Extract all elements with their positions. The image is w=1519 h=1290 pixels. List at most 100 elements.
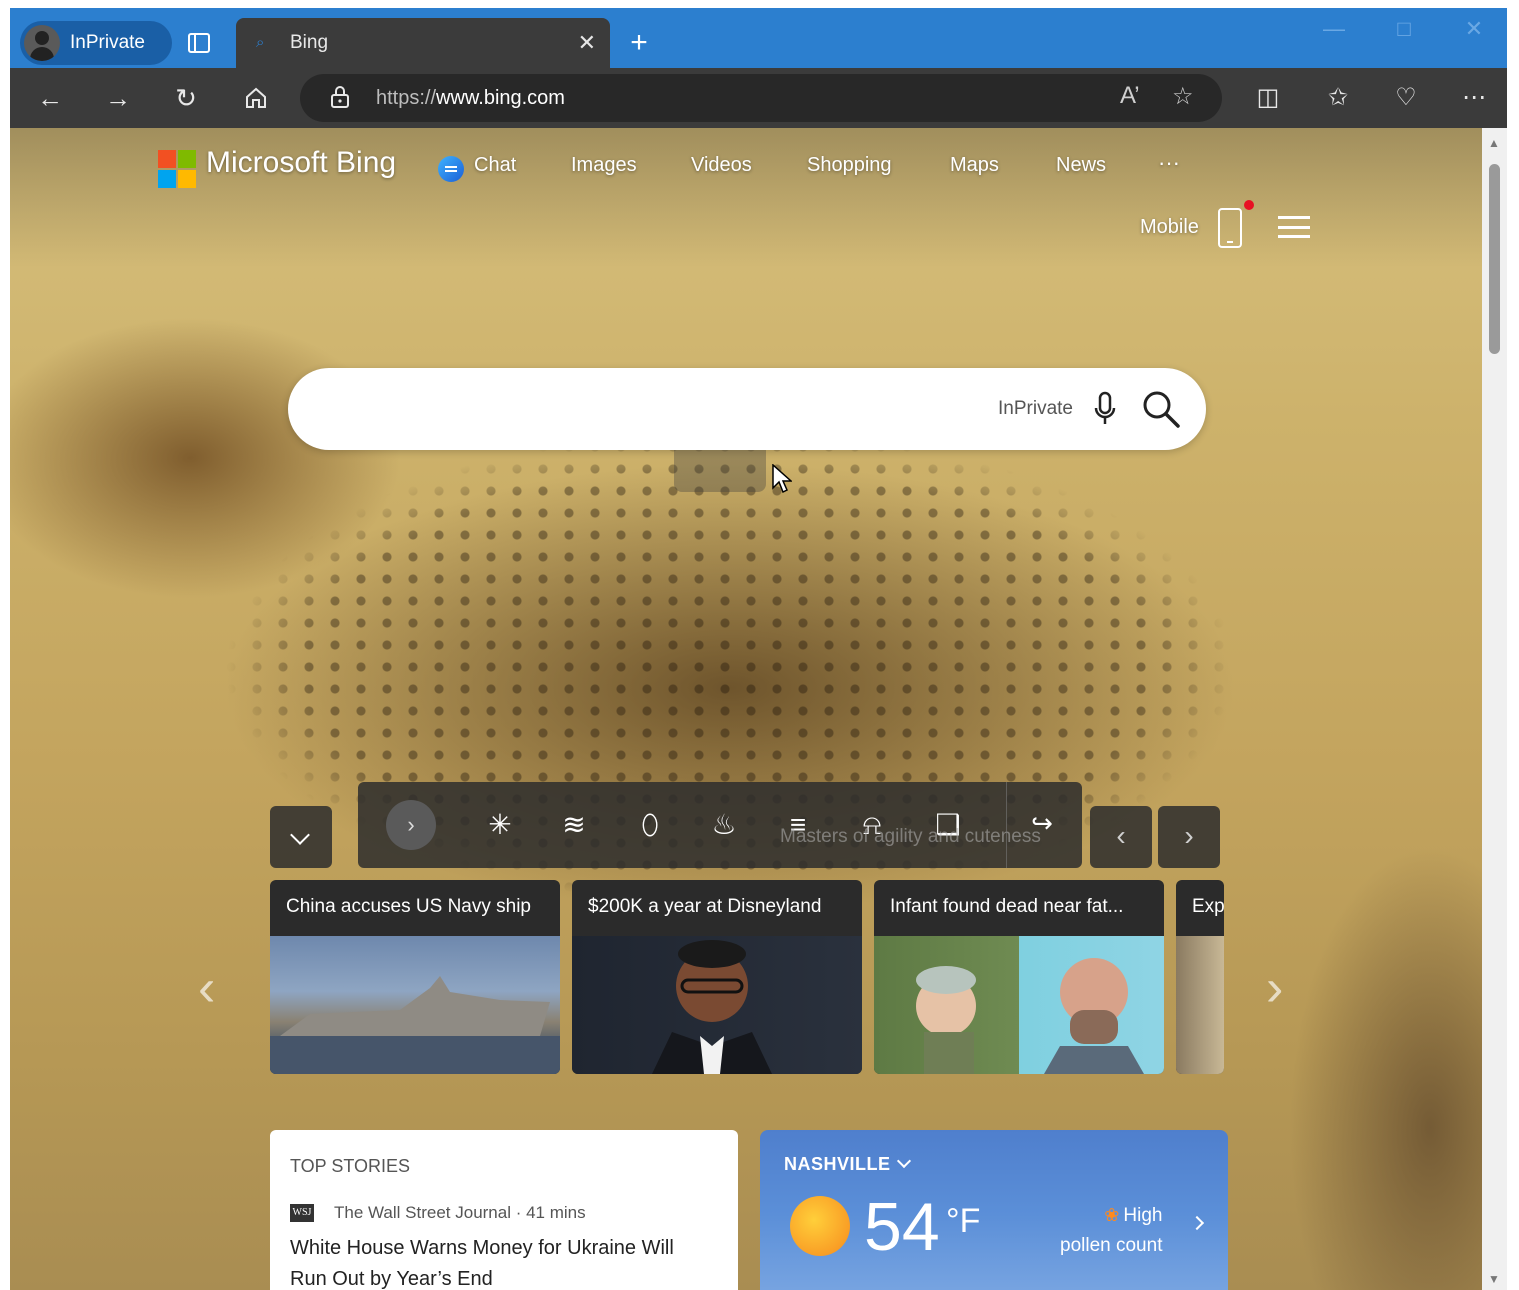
chat-icon[interactable] xyxy=(438,156,464,182)
back-button[interactable]: ← xyxy=(30,80,70,116)
top-stories-card: TOP STORIES WSJ The Wall Street Journal … xyxy=(270,1130,738,1290)
browser-window: InPrivate ⌕ Bing ✕ + — □ ✕ ← → ↻ https:/… xyxy=(10,8,1507,1290)
carousel-prev-icon[interactable]: ‹ xyxy=(198,958,215,1018)
tab-actions-icon xyxy=(188,33,210,53)
mouse-cursor-icon xyxy=(772,464,792,494)
split-screen-icon[interactable]: ◫ xyxy=(1248,78,1288,118)
address-toolbar: ← → ↻ https://www.bing.com A’ ☆ ◫ ✩ ♡ ⋯ xyxy=(10,68,1507,128)
maximize-button[interactable]: □ xyxy=(1384,16,1424,42)
source-name: The Wall Street Journal · 41 mins xyxy=(334,1203,586,1222)
search-icon[interactable] xyxy=(1140,388,1182,430)
inprivate-profile-button[interactable]: InPrivate xyxy=(20,21,172,65)
page-scrollbar[interactable]: ▲ ▼ xyxy=(1482,128,1507,1290)
pollen-level: High xyxy=(1123,1205,1163,1226)
url-host: www.bing.com xyxy=(436,87,565,109)
nav-videos[interactable]: Videos xyxy=(691,154,752,177)
ornament-icon[interactable]: ⬯ xyxy=(630,808,670,842)
collapse-button[interactable] xyxy=(270,806,332,868)
city-name: NASHVILLE xyxy=(784,1154,891,1174)
news-card[interactable]: China accuses US Navy ship xyxy=(270,880,560,1074)
image-caption[interactable]: Masters of agility and cuteness xyxy=(780,826,1041,848)
bing-favicon-search-icon: ⌕ xyxy=(256,34,265,51)
cheetah-background-image xyxy=(10,128,1482,1290)
avatar xyxy=(24,25,60,61)
bing-homepage: Microsoft Bing Chat Images Videos Shoppi… xyxy=(10,128,1482,1290)
new-tab-button[interactable]: + xyxy=(622,26,656,60)
scroll-thumb[interactable] xyxy=(1489,164,1500,354)
temperature: 54 xyxy=(864,1189,940,1265)
visual-search-button[interactable] xyxy=(674,450,766,492)
read-aloud-icon[interactable]: A’ xyxy=(1120,82,1140,110)
close-tab-icon[interactable]: ✕ xyxy=(578,30,596,56)
tab-bar: InPrivate ⌕ Bing ✕ + — □ ✕ xyxy=(10,8,1507,68)
fireplace-icon[interactable]: ♨ xyxy=(704,808,744,842)
pollen-info[interactable]: ❀ High pollen count xyxy=(1060,1200,1162,1261)
sunny-icon xyxy=(790,1196,850,1256)
phone-icon[interactable] xyxy=(1218,208,1242,248)
share-icon[interactable]: ↪ xyxy=(1022,808,1062,839)
favorite-star-icon[interactable]: ☆ xyxy=(1172,82,1194,111)
news-card-title: Infant found dead near fat... xyxy=(890,896,1124,917)
browser-essentials-icon[interactable]: ♡ xyxy=(1386,78,1426,118)
nav-chat[interactable]: Chat xyxy=(474,154,516,177)
next-image-button[interactable]: › xyxy=(1158,806,1220,868)
news-card[interactable]: Exp xyxy=(1176,880,1224,1074)
nav-more[interactable]: ··· xyxy=(1158,150,1180,176)
top-stories-heading: TOP STORIES xyxy=(290,1156,411,1176)
home-icon xyxy=(246,87,266,108)
mobile-link[interactable]: Mobile xyxy=(1140,216,1199,239)
news-card-title: Exp xyxy=(1192,896,1224,917)
toolbar-divider xyxy=(1006,782,1007,868)
celebrity-photo-image xyxy=(572,936,862,1074)
lock-icon xyxy=(331,86,349,108)
carousel-next-icon[interactable]: › xyxy=(1266,958,1283,1018)
wsj-logo: WSJ xyxy=(290,1204,314,1222)
pollen-icon: ❀ xyxy=(1104,1205,1120,1225)
forward-button[interactable]: → xyxy=(98,80,138,116)
tab-actions-button[interactable] xyxy=(182,26,216,60)
microphone-icon[interactable] xyxy=(1092,390,1118,430)
inprivate-badge: InPrivate xyxy=(998,398,1073,419)
chevron-right-icon[interactable] xyxy=(1189,1215,1205,1231)
tab-title: Bing xyxy=(290,32,329,53)
hamburger-menu-icon[interactable] xyxy=(1278,216,1310,238)
favorites-icon[interactable]: ✩ xyxy=(1318,78,1358,118)
brand-title[interactable]: Microsoft Bing xyxy=(206,146,396,180)
minimize-button[interactable]: — xyxy=(1314,16,1354,42)
search-box: InPrivate xyxy=(288,368,1206,450)
more-options-icon[interactable]: ⋯ xyxy=(1454,78,1494,118)
temperature-unit: °F xyxy=(946,1202,981,1240)
home-button[interactable] xyxy=(236,80,276,116)
notification-dot xyxy=(1244,200,1254,210)
story-headline[interactable]: White House Warns Money for Ukraine Will… xyxy=(290,1233,710,1290)
chevron-down-icon xyxy=(896,1153,911,1169)
news-card[interactable]: Infant found dead near fat... xyxy=(874,880,1164,1074)
person-silhouette xyxy=(652,940,772,1074)
scroll-up-icon[interactable]: ▲ xyxy=(1488,136,1500,150)
navy-ship-image xyxy=(270,936,560,1074)
nav-maps[interactable]: Maps xyxy=(950,154,999,177)
nav-images[interactable]: Images xyxy=(571,154,637,177)
nav-shopping[interactable]: Shopping xyxy=(807,154,892,177)
ship-shape xyxy=(270,976,560,1074)
image-of-day-toolbar: › ✳ ≋ ⬯ ♨ ≡ ⍾ ❑ Masters of agility and c… xyxy=(358,782,1082,868)
news-card-title: China accuses US Navy ship xyxy=(286,896,531,917)
snowflake-icon[interactable]: ✳ xyxy=(480,808,520,842)
previous-image-button[interactable]: ‹ xyxy=(1090,806,1152,868)
weather-card[interactable]: NASHVILLE 54 °F ❀ High pollen count xyxy=(760,1130,1228,1290)
close-window-button[interactable]: ✕ xyxy=(1454,16,1494,42)
tab-bing[interactable]: ⌕ Bing ✕ xyxy=(236,18,610,68)
news-card-title: $200K a year at Disneyland xyxy=(588,896,822,917)
microsoft-logo-icon[interactable] xyxy=(158,150,196,188)
icicles-icon[interactable]: ≋ xyxy=(554,808,594,842)
scroll-down-icon[interactable]: ▼ xyxy=(1488,1272,1500,1286)
url-prefix: https:// xyxy=(376,87,437,109)
weather-city[interactable]: NASHVILLE xyxy=(784,1153,1204,1175)
news-card[interactable]: $200K a year at Disneyland xyxy=(572,880,862,1074)
search-input[interactable] xyxy=(324,388,984,430)
infant-and-man-photo-image xyxy=(874,936,1164,1074)
address-bar[interactable]: https://www.bing.com A’ ☆ xyxy=(300,74,1222,122)
refresh-button[interactable]: ↻ xyxy=(166,80,206,116)
play-icon[interactable]: › xyxy=(386,800,436,850)
nav-news[interactable]: News xyxy=(1056,154,1106,177)
